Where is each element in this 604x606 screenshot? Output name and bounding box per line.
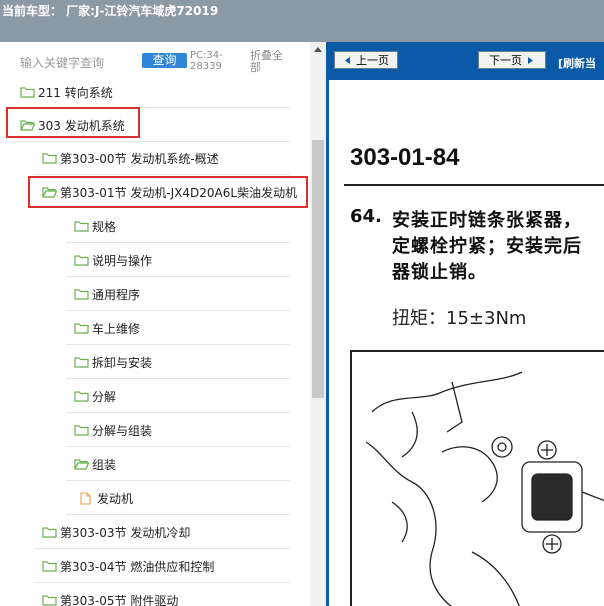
scrollbar-thumb[interactable] bbox=[312, 140, 324, 398]
tree-item-211[interactable]: 211 转向系统 bbox=[20, 81, 113, 103]
tree-item-removal-installation[interactable]: 拆卸与安装 bbox=[74, 351, 152, 373]
tree-scrollbar[interactable] bbox=[310, 42, 326, 606]
highlight-box bbox=[28, 176, 308, 208]
folder-icon bbox=[74, 323, 89, 334]
tree-item-303-05[interactable]: 第303-05节 附件驱动 bbox=[42, 589, 178, 606]
step-number: 64. bbox=[350, 206, 382, 227]
tree-item-303-04[interactable]: 第303-04节 燃油供应和控制 bbox=[42, 555, 214, 577]
folder-icon bbox=[42, 153, 57, 164]
title-bar: 当前车型： 厂家:J-江铃汽车域虎72019 bbox=[0, 0, 604, 42]
folder-icon bbox=[74, 255, 89, 266]
tree-item-label: 第303-03节 发动机冷却 bbox=[60, 525, 191, 540]
tree-item-303-03[interactable]: 第303-03节 发动机冷却 bbox=[42, 521, 190, 543]
tree-item-disassembly[interactable]: 分解 bbox=[74, 385, 116, 407]
arrow-left-icon bbox=[345, 56, 350, 64]
folder-icon bbox=[74, 221, 89, 232]
scroll-up-arrow-icon[interactable] bbox=[310, 42, 326, 56]
document-nav-bar: 上一页 下一页 [刷新当 bbox=[326, 42, 604, 80]
torque-spec: 扭矩：15±3Nm bbox=[392, 308, 527, 329]
tree-item-label: 说明与操作 bbox=[92, 253, 153, 268]
collapse-all-button[interactable]: 折叠全部 bbox=[250, 50, 292, 74]
tree-item-disassembly-assembly[interactable]: 分解与组装 bbox=[74, 419, 152, 441]
panel-edge bbox=[326, 80, 329, 606]
folder-icon bbox=[42, 561, 57, 572]
tree-item-label: 第303-05节 附件驱动 bbox=[60, 593, 179, 606]
tree-item-label: 通用程序 bbox=[92, 287, 141, 302]
next-page-label: 下一页 bbox=[489, 54, 522, 67]
highlight-box bbox=[6, 107, 140, 138]
tree-item-general-procedures[interactable]: 通用程序 bbox=[74, 283, 140, 305]
tree-item-label: 第303-04节 燃油供应和控制 bbox=[60, 559, 215, 574]
tree-item-specifications[interactable]: 规格 bbox=[74, 215, 116, 237]
tree-item-engine-doc[interactable]: 发动机 bbox=[80, 487, 133, 509]
arrow-right-icon bbox=[528, 56, 533, 64]
document-panel: 上一页 下一页 [刷新当 303-01-84 64. 安装正时链条张紧器， 定螺… bbox=[326, 42, 604, 606]
folder-icon bbox=[74, 357, 89, 368]
engine-diagram-drawing bbox=[365, 371, 604, 606]
document-icon bbox=[80, 491, 91, 505]
folder-open-icon bbox=[74, 459, 89, 470]
tree-panel: 输入关键字查询 查询 PC:34-28339 折叠全部 211 转向系统 303… bbox=[0, 42, 326, 606]
tree-item-label: 组装 bbox=[92, 457, 117, 472]
search-input[interactable]: 输入关键字查询 bbox=[20, 54, 104, 71]
refresh-link[interactable]: [刷新当 bbox=[558, 55, 596, 71]
step-text-line: 器锁止销。 bbox=[392, 262, 487, 283]
tree-item-description[interactable]: 说明与操作 bbox=[74, 249, 152, 271]
prev-page-label: 上一页 bbox=[356, 54, 389, 67]
tree-item-label: 发动机 bbox=[97, 491, 134, 506]
folder-icon bbox=[42, 595, 57, 606]
folder-icon bbox=[74, 289, 89, 300]
tensioner-diagram bbox=[350, 350, 604, 606]
tree-item-label: 211 转向系统 bbox=[38, 85, 113, 100]
header-rule bbox=[344, 184, 604, 186]
folder-icon bbox=[74, 391, 89, 402]
folder-icon bbox=[20, 87, 35, 98]
tree-item-label: 拆卸与安装 bbox=[92, 355, 153, 370]
tree-item-label: 规格 bbox=[92, 219, 117, 234]
step-text-line: 定螺栓拧紧；安装完后 bbox=[392, 236, 582, 257]
tree-item-label: 第303-00节 发动机系统-概述 bbox=[60, 151, 219, 166]
current-model-title: 当前车型： 厂家:J-江铃汽车域虎72019 bbox=[2, 4, 219, 18]
tree-item-label: 分解与组装 bbox=[92, 423, 153, 438]
tree-item-label: 分解 bbox=[92, 389, 117, 404]
query-button[interactable]: 查询 bbox=[142, 53, 187, 68]
search-row: 输入关键字查询 查询 PC:34-28339 折叠全部 bbox=[0, 42, 310, 84]
tree-item-in-vehicle-repair[interactable]: 车上维修 bbox=[74, 317, 140, 339]
pc-code-label: PC:34-28339 bbox=[190, 50, 223, 72]
next-page-button[interactable]: 下一页 bbox=[478, 51, 546, 69]
step-text-line: 安装正时链条张紧器， bbox=[392, 210, 582, 231]
folder-icon bbox=[42, 527, 57, 538]
tree-item-assembly[interactable]: 组装 bbox=[74, 453, 116, 475]
page-number: 303-01-84 bbox=[350, 144, 460, 171]
tree-item-label: 车上维修 bbox=[92, 321, 141, 336]
prev-page-button[interactable]: 上一页 bbox=[334, 51, 398, 69]
folder-icon bbox=[74, 425, 89, 436]
tree-item-303-00[interactable]: 第303-00节 发动机系统-概述 bbox=[42, 147, 219, 169]
